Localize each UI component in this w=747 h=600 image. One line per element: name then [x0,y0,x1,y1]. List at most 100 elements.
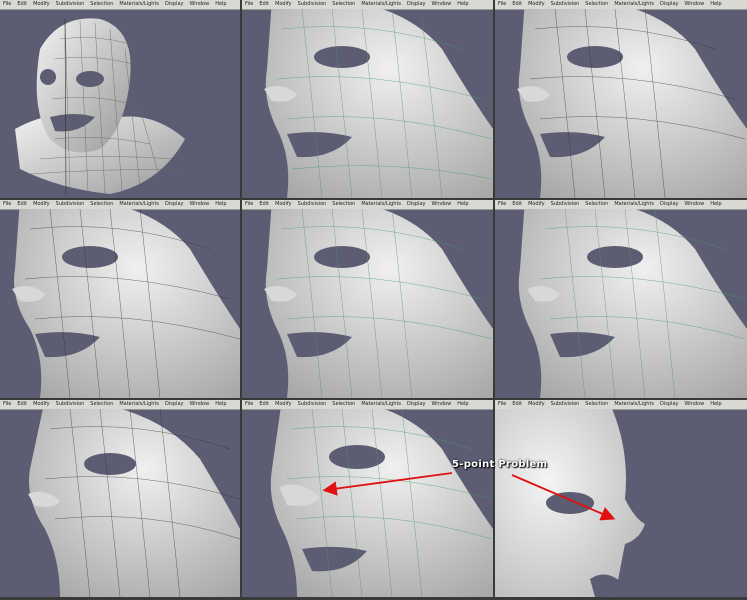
menu-item-materials-lights[interactable]: Materials/Lights [614,1,654,7]
menu-item-window[interactable]: Window [431,401,451,407]
menu-item-selection[interactable]: Selection [90,401,113,407]
viewport-panel-5[interactable]: File Edit Modify Subdivision Selection Materi… [242,200,493,398]
menu-item-selection[interactable]: Selection [90,1,113,7]
menu-item-edit[interactable]: Edit [17,401,27,407]
head-model-smooth [495,409,645,597]
menu-item-edit[interactable]: Edit [259,1,269,7]
menu-item-selection[interactable]: Selection [585,1,608,7]
viewport-panel-2[interactable]: File Edit Modify Subdivision Selection Materi… [242,0,493,198]
menu-item-selection[interactable]: Selection [332,201,355,207]
menu-item-subdivision[interactable]: Subdivision [298,201,327,207]
menu-item-display[interactable]: Display [165,1,183,7]
menu-item-edit[interactable]: Edit [512,201,522,207]
menu-item-materials-lights[interactable]: Materials/Lights [119,401,159,407]
viewport-panel-9[interactable]: File Edit Modify Subdivision Selection Materi… [495,400,747,597]
menu-item-edit[interactable]: Edit [512,401,522,407]
menu-item-materials-lights[interactable]: Materials/Lights [614,401,654,407]
head-model-closeup [264,9,493,198]
menu-item-window[interactable]: Window [684,401,704,407]
viewport-panel-4[interactable]: File Edit Modify Subdivision Selection Materi… [0,200,240,398]
menu-item-window[interactable]: Window [431,201,451,207]
menu-item-subdivision[interactable]: Subdivision [551,401,580,407]
menu-item-subdivision[interactable]: Subdivision [551,201,580,207]
viewport-panel-8[interactable]: File Edit Modify Subdivision Selection Materi… [242,400,493,597]
menu-item-materials-lights[interactable]: Materials/Lights [119,1,159,7]
menu-item-selection[interactable]: Selection [332,401,355,407]
menu-item-subdivision[interactable]: Subdivision [56,201,85,207]
menu-item-modify[interactable]: Modify [33,1,50,7]
head-model-closeup [12,209,240,398]
menu-item-display[interactable]: Display [407,1,425,7]
menu-item-window[interactable]: Window [189,401,209,407]
menu-item-display[interactable]: Display [660,401,678,407]
menu-item-file[interactable]: File [245,201,253,207]
menu-item-file[interactable]: File [3,201,11,207]
menu-item-edit[interactable]: Edit [17,1,27,7]
viewport-panel-3[interactable]: File Edit Modify Subdivision Selection Materi… [495,0,747,198]
menu-item-window[interactable]: Window [189,201,209,207]
menu-item-subdivision[interactable]: Subdivision [551,1,580,7]
viewport-panel-6[interactable]: File Edit Modify Subdivision Selection Materi… [495,200,747,398]
menu-item-window[interactable]: Window [684,201,704,207]
menu-item-file[interactable]: File [3,1,11,7]
menu-item-file[interactable]: File [3,401,11,407]
menu-item-display[interactable]: Display [660,201,678,207]
menu-item-selection[interactable]: Selection [585,401,608,407]
annotation-label: 5-point Problem [452,459,548,470]
head-model-closeup [517,9,747,198]
menu-item-file[interactable]: File [498,401,506,407]
menu-item-modify[interactable]: Modify [528,201,545,207]
menu-item-materials-lights[interactable]: Materials/Lights [361,1,401,7]
menu-item-modify[interactable]: Modify [33,401,50,407]
menu-item-modify[interactable]: Modify [33,201,50,207]
menu-item-display[interactable]: Display [165,201,183,207]
menu-item-materials-lights[interactable]: Materials/Lights [119,201,159,207]
menu-item-subdivision[interactable]: Subdivision [56,1,85,7]
head-model-closeup [28,409,240,597]
menu-item-edit[interactable]: Edit [259,401,269,407]
menu-item-window[interactable]: Window [431,1,451,7]
menu-item-selection[interactable]: Selection [585,201,608,207]
menu-item-help[interactable]: Help [457,1,468,7]
menu-item-help[interactable]: Help [710,201,721,207]
menu-item-file[interactable]: File [498,1,506,7]
menu-item-file[interactable]: File [245,1,253,7]
menu-item-file[interactable]: File [498,201,506,207]
menu-item-edit[interactable]: Edit [259,201,269,207]
menu-item-display[interactable]: Display [407,201,425,207]
head-model-closeup [518,209,747,398]
menu-item-display[interactable]: Display [407,401,425,407]
menu-item-help[interactable]: Help [457,401,468,407]
menu-item-modify[interactable]: Modify [275,1,292,7]
menu-item-edit[interactable]: Edit [512,1,522,7]
menu-item-subdivision[interactable]: Subdivision [298,401,327,407]
menu-item-selection[interactable]: Selection [90,201,113,207]
menu-item-help[interactable]: Help [215,401,226,407]
menu-item-selection[interactable]: Selection [332,1,355,7]
menu-item-materials-lights[interactable]: Materials/Lights [361,201,401,207]
menu-item-window[interactable]: Window [189,1,209,7]
menu-item-help[interactable]: Help [215,1,226,7]
menu-item-materials-lights[interactable]: Materials/Lights [614,201,654,207]
menu-item-modify[interactable]: Modify [528,1,545,7]
menu-item-help[interactable]: Help [710,401,721,407]
menu-item-subdivision[interactable]: Subdivision [56,401,85,407]
menu-item-help[interactable]: Help [710,1,721,7]
viewport-panel-1[interactable]: File Edit Modify Subdivision Selection Materi… [0,0,240,198]
menu-item-edit[interactable]: Edit [17,201,27,207]
head-model-closeup [270,409,493,597]
menu-item-help[interactable]: Help [215,201,226,207]
head-model-closeup [264,209,493,398]
head-model-full [15,18,185,195]
menu-item-window[interactable]: Window [684,1,704,7]
menu-item-help[interactable]: Help [457,201,468,207]
menu-item-file[interactable]: File [245,401,253,407]
viewport-panel-7[interactable]: File Edit Modify Subdivision Selection Materi… [0,400,240,597]
menu-item-materials-lights[interactable]: Materials/Lights [361,401,401,407]
menu-item-modify[interactable]: Modify [275,201,292,207]
menu-item-display[interactable]: Display [165,401,183,407]
menu-item-modify[interactable]: Modify [528,401,545,407]
menu-item-modify[interactable]: Modify [275,401,292,407]
menu-item-display[interactable]: Display [660,1,678,7]
menu-item-subdivision[interactable]: Subdivision [298,1,327,7]
